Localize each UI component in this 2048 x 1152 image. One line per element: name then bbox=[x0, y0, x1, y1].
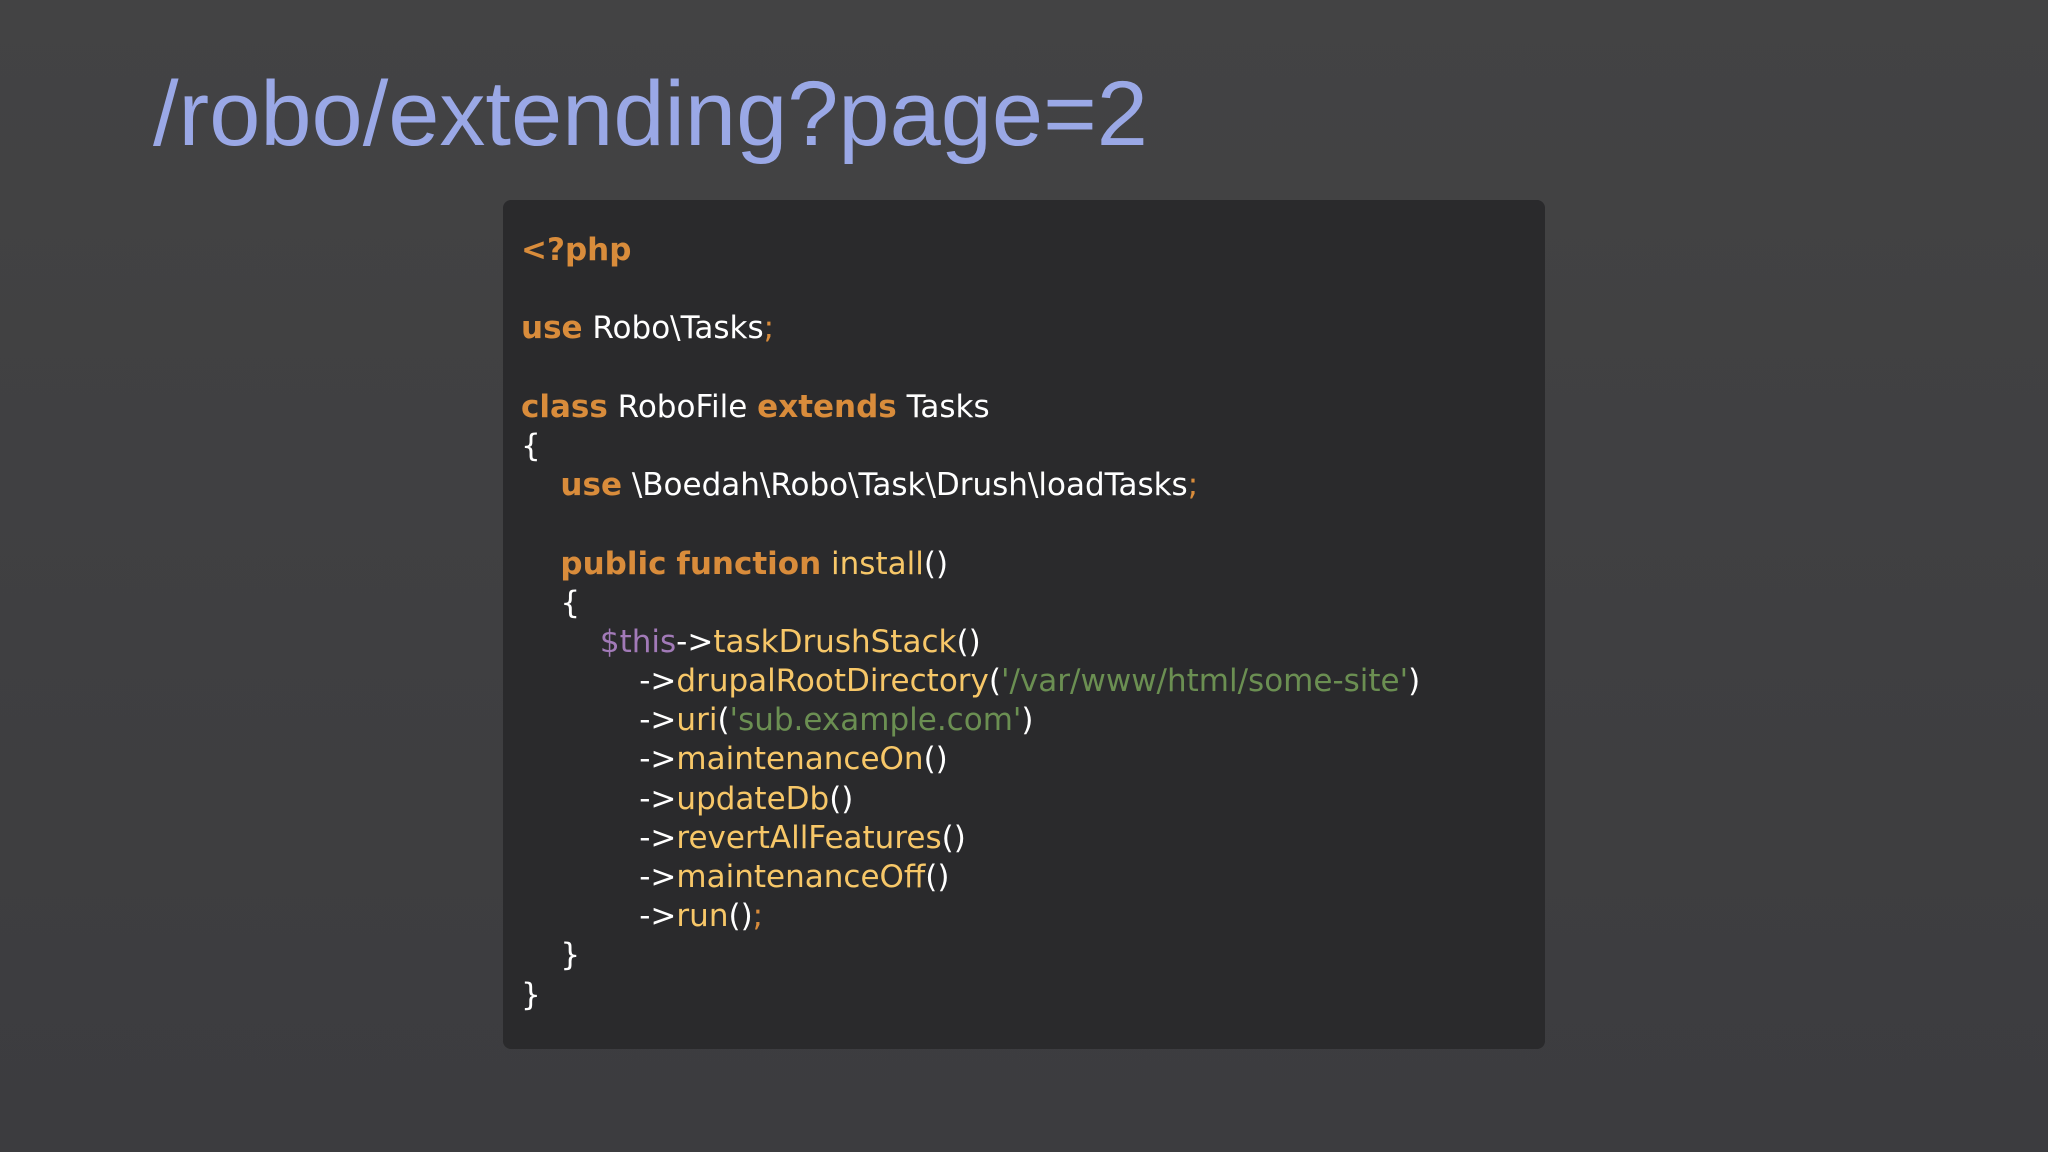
code-text: -> bbox=[521, 780, 677, 817]
code-line: { bbox=[521, 584, 1420, 623]
code-line: $this->taskDrushStack() bbox=[521, 623, 1420, 662]
code-line: <?php bbox=[521, 231, 1420, 270]
code-text: ( bbox=[717, 702, 730, 739]
code-text: () bbox=[925, 859, 950, 895]
code-keyword: use bbox=[521, 310, 583, 347]
code-keyword: use bbox=[560, 467, 622, 504]
code-line: use \Boedah\Robo\Task\Drush\loadTasks; bbox=[521, 466, 1420, 505]
code-text: RoboFile bbox=[607, 388, 758, 425]
code-line: ->drupalRootDirectory('/var/www/html/som… bbox=[521, 662, 1420, 701]
code-text: { bbox=[521, 584, 581, 621]
code-line: { bbox=[521, 427, 1420, 466]
code-line: use Robo\Tasks; bbox=[521, 309, 1420, 348]
code-punctuation: ; bbox=[752, 898, 764, 935]
code-text: -> bbox=[521, 702, 677, 739]
code-text: () bbox=[941, 819, 966, 856]
code-text: } bbox=[521, 937, 581, 974]
code-text: () bbox=[923, 741, 948, 778]
code-string: 'sub.example.com' bbox=[729, 702, 1022, 739]
code-line: ​ bbox=[521, 270, 1420, 309]
code-function: revertAllFeatures bbox=[676, 819, 942, 856]
code-text: -> bbox=[521, 859, 677, 895]
code-line: ->run(); bbox=[521, 897, 1420, 936]
code-line: ->maintenanceOn() bbox=[521, 740, 1420, 779]
code-function: uri bbox=[676, 702, 718, 739]
code-function: maintenanceOff bbox=[676, 859, 926, 895]
code-line: ​ bbox=[521, 505, 1420, 544]
code-text: } bbox=[521, 976, 541, 1013]
code-text: Robo\Tasks bbox=[582, 310, 764, 347]
code-keyword: function bbox=[676, 545, 822, 582]
code-function: drupalRootDirectory bbox=[676, 663, 989, 700]
code-text: -> bbox=[676, 623, 714, 660]
code-line: ->maintenanceOff() bbox=[521, 858, 1420, 897]
code-string: '/var/www/html/some-site' bbox=[1001, 663, 1409, 700]
code-variable: $this bbox=[599, 623, 677, 660]
code-line: class RoboFile extends Tasks bbox=[521, 388, 1420, 427]
code-text: () bbox=[956, 623, 981, 660]
code-block: <?php​use Robo\Tasks;​class RoboFile ext… bbox=[503, 200, 1545, 1049]
code-keyword: <?php bbox=[521, 232, 632, 268]
code-punctuation: ; bbox=[763, 310, 775, 347]
code-text: -> bbox=[521, 741, 677, 778]
code-text: -> bbox=[521, 819, 677, 856]
code-text: ) bbox=[1408, 663, 1421, 700]
code-line: ​ bbox=[521, 349, 1420, 388]
code-text: -> bbox=[521, 663, 677, 700]
code-text: () bbox=[728, 898, 753, 935]
code-function: install bbox=[821, 545, 924, 582]
code-line: ->uri('sub.example.com') bbox=[521, 701, 1420, 740]
slide-title: /robo/extending?page=2 bbox=[153, 63, 1148, 165]
code-keyword: public bbox=[560, 545, 667, 582]
code-function: taskDrushStack bbox=[713, 623, 957, 660]
code-line: ->updateDb() bbox=[521, 780, 1420, 819]
code-line: public function install() bbox=[521, 545, 1420, 584]
code-text: ) bbox=[1021, 702, 1034, 739]
code-line: } bbox=[521, 976, 1420, 1015]
code-text: () bbox=[829, 780, 854, 817]
code-function: run bbox=[676, 898, 729, 935]
code-function: maintenanceOn bbox=[676, 741, 924, 778]
code-text: Tasks bbox=[896, 388, 990, 425]
code-keyword: class bbox=[521, 388, 608, 425]
code-text: -> bbox=[521, 898, 677, 935]
code-function: updateDb bbox=[676, 780, 830, 817]
code-line: } bbox=[521, 936, 1420, 975]
code-text: { bbox=[521, 427, 541, 464]
code-text: () bbox=[923, 545, 949, 582]
code-text: \Boedah\Robo\Task\Drush\loadTasks bbox=[621, 467, 1188, 504]
code-content: <?php​use Robo\Tasks;​class RoboFile ext… bbox=[521, 231, 1420, 1015]
code-keyword: extends bbox=[757, 388, 897, 425]
code-punctuation: ; bbox=[1187, 467, 1199, 504]
code-line: ->revertAllFeatures() bbox=[521, 819, 1420, 858]
code-text: ( bbox=[988, 663, 1001, 700]
